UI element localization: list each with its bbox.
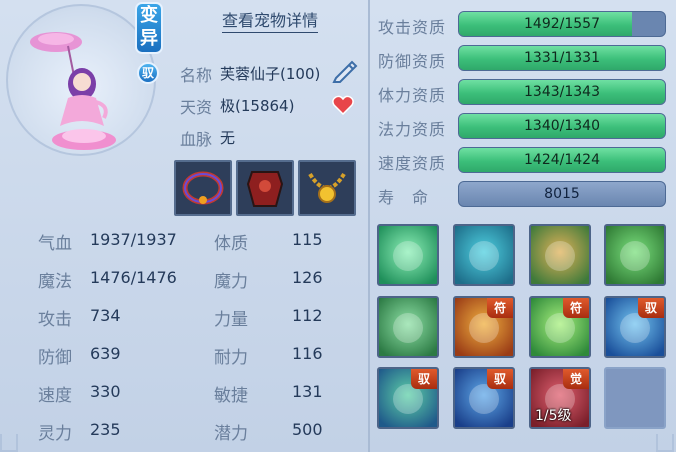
attribute-label: 力量 — [214, 310, 248, 330]
bloodline-value: 无 — [220, 129, 236, 147]
rename-pencil-icon[interactable] — [330, 56, 360, 84]
attribute-label: 潜力 — [214, 424, 248, 444]
skill-tag: 驭 — [487, 369, 513, 389]
skill-slot[interactable]: 符 — [529, 296, 591, 358]
skill-slot[interactable] — [377, 296, 439, 358]
skill-tag: 驭 — [411, 369, 437, 389]
aptitude-bar: 1424/1424 — [458, 147, 666, 173]
skill-slot[interactable] — [377, 224, 439, 286]
stat-label: 速度 — [38, 386, 72, 406]
necklace-ring-icon — [182, 171, 224, 205]
aptitude-bar: 1343/1343 — [458, 79, 666, 105]
panel-divider — [368, 0, 370, 452]
aptitude-value: 1492/1557 — [524, 16, 600, 32]
variant-badge: 变异 — [135, 2, 163, 54]
lifespan-bar: 8015 — [458, 181, 666, 207]
tamed-badge: 驭 — [137, 62, 159, 84]
aptitude-label: 速度资质 — [378, 154, 447, 173]
skill-slot[interactable]: 觉 1/5级 — [529, 367, 591, 429]
skill-tag: 符 — [563, 298, 589, 318]
corner-decoration-left — [0, 434, 18, 452]
skill-tag: 符 — [487, 298, 513, 318]
empty-skill-slot[interactable] — [604, 367, 666, 429]
aptitude-bar: 1331/1331 — [458, 45, 666, 71]
aptitude-label: 防御资质 — [378, 52, 447, 71]
aptitude-bar: 1492/1557 — [458, 11, 666, 37]
equipment-slot-3[interactable] — [298, 160, 356, 216]
pet-detail-panel: 变异 驭 查看宠物详情 名称 芙蓉仙子(100) 天资 极(15864) 血脉 … — [0, 0, 676, 452]
wing-skill-icon — [379, 226, 437, 284]
skill-level: 1/5级 — [535, 408, 572, 424]
equipment-slot-1[interactable] — [174, 160, 232, 216]
attribute-label: 敏捷 — [214, 386, 248, 406]
talent-value: 极(15864) — [220, 97, 295, 115]
stat-label: 魔法 — [38, 272, 72, 292]
attribute-label: 耐力 — [214, 348, 248, 368]
boot-skill-icon — [531, 226, 589, 284]
aptitude-value: 1331/1331 — [524, 50, 600, 66]
skill-slot[interactable] — [529, 224, 591, 286]
skill-slot[interactable]: 符 — [453, 296, 515, 358]
attribute-value: 112 — [292, 306, 323, 325]
lifespan-label: 寿 命 — [378, 188, 430, 207]
bloodline-label: 血脉 — [180, 130, 213, 149]
aptitude-bar: 1340/1340 — [458, 113, 666, 139]
stat-value: 1476/1476 — [90, 268, 177, 287]
attribute-value: 500 — [292, 420, 323, 439]
stat-label: 灵力 — [38, 424, 72, 444]
skill-slot[interactable] — [604, 224, 666, 286]
stat-value: 1937/1937 — [90, 230, 177, 249]
talent-label: 天资 — [180, 98, 213, 117]
stat-value: 639 — [90, 344, 121, 363]
attribute-label: 魔力 — [214, 272, 248, 292]
stat-value: 734 — [90, 306, 121, 325]
aptitude-value: 1343/1343 — [524, 84, 600, 100]
attribute-value: 115 — [292, 230, 323, 249]
skill-tag: 驭 — [638, 298, 664, 318]
aptitude-value: 1340/1340 — [524, 118, 600, 134]
aptitude-label: 法力资质 — [378, 120, 447, 139]
aptitude-label: 体力资质 — [378, 86, 447, 105]
skill-slot[interactable]: 驭 — [453, 367, 515, 429]
horse-skill-icon — [606, 226, 664, 284]
shield-swirl-skill-icon — [379, 298, 437, 356]
skill-slot[interactable] — [453, 224, 515, 286]
view-pet-details-link[interactable]: 查看宠物详情 — [222, 10, 319, 33]
gold-chain-icon — [308, 172, 346, 203]
heart-icon[interactable] — [332, 95, 354, 116]
stat-label: 气血 — [38, 234, 72, 254]
lifespan-value: 8015 — [544, 186, 580, 202]
skill-tag: 觉 — [563, 369, 589, 389]
attribute-label: 体质 — [214, 234, 248, 254]
shadow-figure-skill-icon — [455, 226, 513, 284]
equipment-slot-2[interactable] — [236, 160, 294, 216]
stat-value: 235 — [90, 420, 121, 439]
skill-slot[interactable]: 驭 — [377, 367, 439, 429]
fairy-avatar-icon — [30, 32, 116, 150]
skill-slot[interactable]: 驭 — [604, 296, 666, 358]
corner-decoration-right — [656, 434, 674, 452]
aptitude-label: 攻击资质 — [378, 18, 447, 37]
pet-name-value: 芙蓉仙子(100) — [220, 65, 321, 83]
armor-icon — [246, 171, 284, 207]
pet-portrait — [6, 4, 156, 156]
attribute-value: 126 — [292, 268, 323, 287]
name-label: 名称 — [180, 66, 213, 85]
stat-label: 攻击 — [38, 310, 72, 330]
stat-label: 防御 — [38, 348, 72, 368]
stat-value: 330 — [90, 382, 121, 401]
aptitude-value: 1424/1424 — [524, 152, 600, 168]
attribute-value: 116 — [292, 344, 323, 363]
attribute-value: 131 — [292, 382, 323, 401]
